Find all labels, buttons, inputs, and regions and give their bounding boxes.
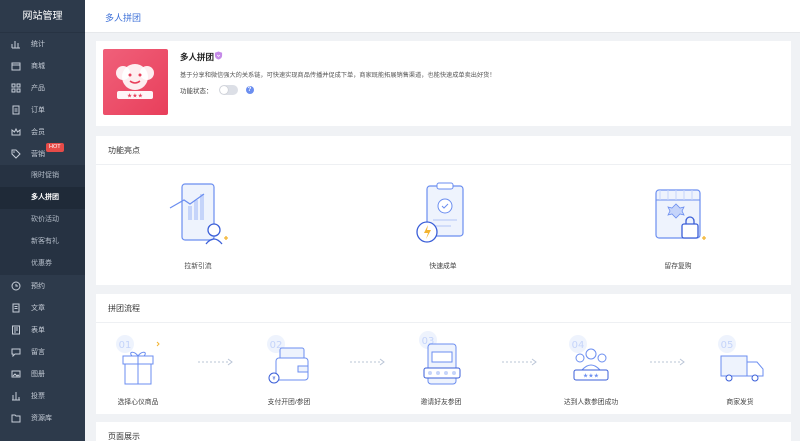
sidebar-item-label: 订单: [31, 107, 45, 114]
form-icon: [10, 324, 22, 336]
sidebar-item-albums[interactable]: 图册: [0, 363, 85, 385]
sidebar-item-label: 图册: [31, 371, 45, 378]
process-step: 01 选择心仪商品: [88, 330, 188, 406]
folder-icon: [10, 412, 22, 424]
bar-chart-icon: [10, 390, 22, 402]
traffic-growth-icon: [169, 183, 228, 245]
topbar: 多人拼团: [85, 0, 800, 33]
showcase-title: 页面展示: [96, 422, 791, 441]
sidebar-item-stats[interactable]: 统计: [0, 33, 85, 55]
arrow-right-icon: [198, 358, 233, 366]
plugin-description: 基于分享和微信强大的关系链，可快速实现商品传播并促成下单，商家既能拓展销售渠道，…: [180, 72, 496, 79]
invite-screen-icon: 03: [419, 331, 461, 385]
grid-icon: [10, 82, 22, 94]
sidebar-item-label: 预约: [31, 283, 45, 290]
sidebar-subitem-group-buy[interactable]: 多人拼团: [0, 187, 85, 209]
step-caption: 达到人数参团成功: [563, 399, 619, 406]
process-card: 拼团流程 01 选择心仪商品 02 ¥ 支付开团/参团 03 邀请好友参团 04…: [96, 294, 791, 414]
sidebar-item-forms[interactable]: 表单: [0, 319, 85, 341]
status-row: 功能状态： ?: [180, 85, 254, 95]
svg-text:★★★: ★★★: [583, 373, 599, 380]
feature-caption: 留存复购: [664, 263, 692, 270]
sidebar-item-label: 营销: [31, 151, 45, 158]
process-step: 03 邀请好友参团: [391, 330, 491, 406]
sidebar-subitem-flash-sale[interactable]: 限时促销: [0, 165, 85, 187]
chart-icon: [10, 38, 22, 50]
sidebar-item-label: 统计: [31, 41, 45, 48]
sidebar-item-label: 会员: [31, 129, 45, 136]
status-label: 功能状态：: [180, 88, 213, 95]
brand-title: 网站管理: [0, 0, 85, 33]
step-caption: 商家发货: [726, 399, 754, 406]
plugin-info-card: ★★★ 多人拼团 基于分享和微信强大的关系链，可快速实现商品传播并促成下单，商家…: [96, 41, 791, 126]
sidebar-item-products[interactable]: 产品: [0, 77, 85, 99]
step-caption: 邀请好友参团: [420, 399, 462, 406]
step-caption: 选择心仪商品: [117, 399, 159, 406]
sidebar-item-label: 商城: [31, 63, 45, 70]
group-members-icon: 04 ★★★: [569, 335, 609, 381]
help-icon[interactable]: ?: [245, 86, 254, 94]
page-title: 多人拼团: [105, 13, 142, 23]
sidebar-item-booking[interactable]: 预约: [0, 275, 85, 297]
sidebar-item-store[interactable]: 商城: [0, 55, 85, 77]
features-card: 功能亮点 拉新引流 快速成单 留存复购: [96, 136, 791, 285]
plugin-name: 多人拼团: [180, 52, 215, 62]
sidebar-item-label: 文章: [31, 305, 45, 312]
features-title: 功能亮点: [96, 136, 791, 165]
arrow-right-icon: [350, 358, 385, 366]
sidebar-item-label: 资源库: [31, 415, 52, 422]
svg-text:¥: ¥: [272, 376, 275, 382]
sidebar-subitem-coupon[interactable]: 优惠券: [0, 253, 85, 275]
sidebar-item-resources[interactable]: 资源库: [0, 407, 85, 429]
sidebar-item-marketing[interactable]: 营销 HOT: [0, 143, 85, 165]
crown-icon: [10, 126, 22, 138]
delivery-truck-icon: 05: [718, 335, 764, 382]
gift-icon: 01: [116, 335, 160, 385]
step-number: 04: [572, 340, 585, 351]
sidebar-item-messages[interactable]: 留言: [0, 341, 85, 363]
image-icon: [10, 368, 22, 380]
group-buy-logo: ★★★: [103, 49, 168, 115]
sidebar-item-label: 投票: [31, 393, 45, 400]
feature-item: 留存复购: [623, 176, 733, 270]
sidebar-item-label: 产品: [31, 85, 45, 92]
store-icon: [10, 60, 22, 72]
step-number: 05: [721, 340, 734, 351]
step-number: 01: [119, 340, 132, 351]
vip-badge-icon: [214, 51, 223, 60]
clipboard-icon: [10, 104, 22, 116]
tag-icon: [10, 148, 22, 160]
sidebar-item-label: 留言: [31, 349, 45, 356]
sidebar-subitem-bargain[interactable]: 砍价活动: [0, 209, 85, 231]
feature-caption: 拉新引流: [184, 263, 212, 270]
arrow-right-icon: [650, 358, 685, 366]
sidebar-item-articles[interactable]: 文章: [0, 297, 85, 319]
sidebar-item-label: 表单: [31, 327, 45, 334]
document-icon: [10, 302, 22, 314]
sidebar-item-members[interactable]: 会员: [0, 121, 85, 143]
feature-item: 快速成单: [388, 176, 498, 270]
retention-store-icon: [655, 189, 706, 240]
sidebar-subitem-new-customer[interactable]: 新客有礼: [0, 231, 85, 253]
svg-text:★★★: ★★★: [127, 93, 143, 100]
feature-caption: 快速成单: [429, 263, 457, 270]
sidebar-item-vote[interactable]: 投票: [0, 385, 85, 407]
sidebar: 网站管理 统计 商城 产品 订单 会员 营销 HOT 限时促销 多人拼团 砍价活…: [0, 0, 85, 441]
arrow-right-icon: [502, 358, 537, 366]
process-step: 04 ★★★ 达到人数参团成功: [541, 330, 641, 406]
feature-item: 拉新引流: [143, 176, 253, 270]
message-icon: [10, 346, 22, 358]
step-caption: 支付开团/参团: [267, 399, 311, 406]
process-title: 拼团流程: [96, 294, 791, 323]
process-step: 02 ¥ 支付开团/参团: [239, 330, 339, 406]
quick-order-icon: [416, 182, 464, 243]
clock-icon: [10, 280, 22, 292]
sidebar-item-orders[interactable]: 订单: [0, 99, 85, 121]
hot-badge: HOT: [46, 143, 64, 152]
process-step: 05 商家发货: [690, 330, 790, 406]
status-toggle[interactable]: [218, 85, 238, 95]
showcase-card: 页面展示: [96, 422, 791, 441]
wallet-icon: 02 ¥: [267, 335, 309, 384]
